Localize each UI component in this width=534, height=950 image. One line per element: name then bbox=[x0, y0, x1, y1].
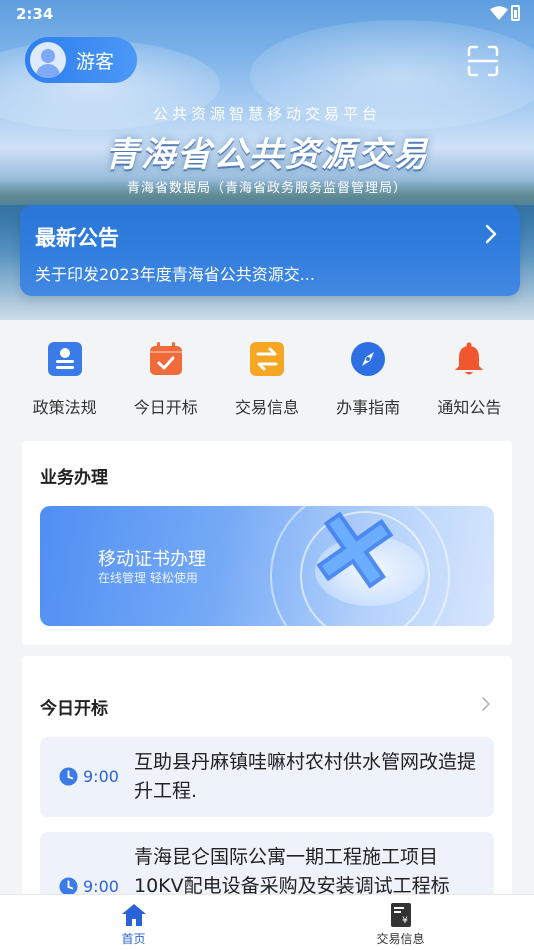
calendar-check-icon bbox=[147, 340, 185, 378]
quick-nav-label: 今日开标 bbox=[133, 398, 198, 417]
mobile-certificate-banner[interactable]: 移动证书办理 在线管理 轻松使用 bbox=[40, 506, 494, 626]
battery-icon bbox=[511, 5, 520, 21]
quick-nav-label: 通知公告 bbox=[437, 398, 502, 417]
scan-icon[interactable] bbox=[466, 44, 500, 78]
quick-nav-label: 交易信息 bbox=[234, 398, 299, 417]
notice-title: 最新公告 bbox=[35, 226, 119, 250]
banner-title: 移动证书办理 bbox=[98, 549, 206, 570]
bid-description: 青海昆仑国际公寓一期工程施工项目10KV配电设备采购及安装调试工程标 bbox=[134, 846, 450, 896]
section-title: 业务办理 bbox=[40, 468, 108, 488]
certificate-cross-icon bbox=[316, 511, 394, 589]
quick-nav: 政策法规 今日开标 交易信息 办事指南 通知公告 bbox=[0, 340, 534, 420]
wifi-icon bbox=[490, 6, 508, 20]
quick-nav-today-bids[interactable]: 今日开标 bbox=[121, 340, 211, 420]
tab-label: 交易信息 bbox=[376, 932, 425, 946]
svg-text:¥: ¥ bbox=[402, 916, 408, 926]
quick-nav-notice[interactable]: 通知公告 bbox=[424, 340, 514, 420]
compass-icon bbox=[349, 340, 387, 378]
exchange-icon bbox=[248, 340, 286, 378]
quick-nav-label: 办事指南 bbox=[336, 398, 401, 417]
notice-text: 关于印发2023年度青海省公共资源交... bbox=[35, 265, 315, 284]
clock-icon bbox=[59, 767, 78, 786]
list-item[interactable]: 9:00 互助县丹麻镇哇嘛村农村供水管网改造提升工程. bbox=[40, 737, 494, 817]
page-title: 青海省公共资源交易 bbox=[105, 135, 429, 175]
guest-label: 游客 bbox=[76, 50, 115, 73]
quick-nav-trade-info[interactable]: 交易信息 bbox=[222, 340, 312, 420]
chevron-right-icon bbox=[485, 224, 497, 244]
bid-description: 互助县丹麻镇哇嘛村农村供水管网改造提升工程. bbox=[134, 751, 477, 802]
quick-nav-label: 政策法规 bbox=[32, 398, 97, 417]
status-bar: 2:34 bbox=[0, 0, 534, 28]
quick-nav-policy[interactable]: 政策法规 bbox=[20, 340, 110, 420]
chevron-right-icon[interactable] bbox=[480, 696, 492, 712]
avatar bbox=[30, 42, 66, 78]
tab-trade-info[interactable]: ¥ 交易信息 bbox=[267, 895, 534, 950]
guest-login-button[interactable]: 游客 bbox=[25, 37, 137, 83]
list-item[interactable]: 9:00 青海昆仑国际公寓一期工程施工项目10KV配电设备采购及安装调试工程标 bbox=[40, 832, 494, 896]
bell-icon bbox=[450, 340, 488, 378]
tab-home[interactable]: 首页 bbox=[0, 895, 267, 950]
platform-subtitle: 公共资源智慧移动交易平台 bbox=[152, 105, 381, 123]
business-section: 业务办理 移动证书办理 在线管理 轻松使用 bbox=[22, 441, 512, 645]
quick-nav-guide[interactable]: 办事指南 bbox=[323, 340, 413, 420]
bottom-tab-bar: 首页 ¥ 交易信息 bbox=[0, 894, 534, 950]
trade-doc-icon: ¥ bbox=[390, 903, 411, 927]
org-title: 青海省数据局（青海省政务服务监督管理局） bbox=[126, 181, 407, 196]
status-time: 2:34 bbox=[16, 5, 54, 23]
bid-time: 9:00 bbox=[83, 767, 119, 786]
today-bids-section: 今日开标 9:00 互助县丹麻镇哇嘛村农村供水管网改造提升工程. 9:00 青海… bbox=[22, 656, 512, 896]
section-title: 今日开标 bbox=[40, 699, 108, 719]
home-icon bbox=[121, 904, 146, 926]
banner-subtitle: 在线管理 轻松使用 bbox=[98, 571, 198, 585]
policy-icon bbox=[46, 340, 84, 378]
tab-label: 首页 bbox=[121, 932, 146, 946]
latest-notice-card[interactable]: 最新公告 关于印发2023年度青海省公共资源交... bbox=[20, 205, 520, 296]
